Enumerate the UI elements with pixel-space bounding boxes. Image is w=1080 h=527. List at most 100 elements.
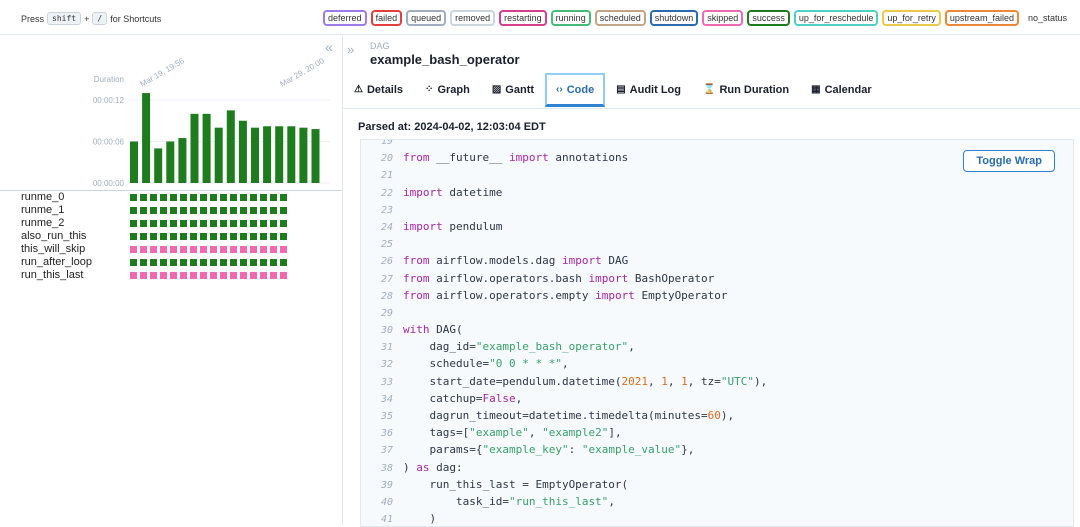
task-instance-square[interactable] bbox=[130, 207, 137, 214]
task-instance-square[interactable] bbox=[190, 246, 197, 253]
task-instance-square[interactable] bbox=[200, 272, 207, 279]
task-instance-square[interactable] bbox=[230, 194, 237, 201]
task-instance-square[interactable] bbox=[190, 207, 197, 214]
tab-calendar[interactable]: ▦ Calendar bbox=[800, 73, 883, 106]
task-instance-square[interactable] bbox=[220, 246, 227, 253]
legend-shutdown[interactable]: shutdown bbox=[649, 10, 699, 26]
legend-upstream-failed[interactable]: upstream_failed bbox=[944, 10, 1019, 26]
task-name[interactable]: run_after_loop bbox=[21, 256, 92, 269]
task-instance-square[interactable] bbox=[270, 272, 277, 279]
task-instance-square[interactable] bbox=[150, 272, 157, 279]
task-instance-square[interactable] bbox=[170, 259, 177, 266]
task-instance-square[interactable] bbox=[160, 220, 167, 227]
legend-skipped[interactable]: skipped bbox=[702, 10, 744, 26]
task-instance-square[interactable] bbox=[150, 194, 157, 201]
task-instance-square[interactable] bbox=[130, 220, 137, 227]
task-row[interactable]: runme_1 bbox=[0, 204, 342, 217]
task-instance-square[interactable] bbox=[190, 272, 197, 279]
task-instance-square[interactable] bbox=[160, 194, 167, 201]
task-instance-square[interactable] bbox=[260, 246, 267, 253]
task-instance-square[interactable] bbox=[240, 194, 247, 201]
task-instance-square[interactable] bbox=[240, 272, 247, 279]
task-instance-square[interactable] bbox=[250, 207, 257, 214]
task-instance-square[interactable] bbox=[210, 246, 217, 253]
legend-restarting[interactable]: restarting bbox=[499, 10, 547, 26]
task-instance-square[interactable] bbox=[210, 207, 217, 214]
task-instance-square[interactable] bbox=[250, 194, 257, 201]
duration-bar[interactable] bbox=[166, 141, 175, 184]
duration-bar[interactable] bbox=[311, 129, 320, 183]
task-instance-square[interactable] bbox=[280, 194, 287, 201]
task-instance-square[interactable] bbox=[180, 246, 187, 253]
task-instance-square[interactable] bbox=[180, 233, 187, 240]
dag-title[interactable]: example_bash_operator bbox=[370, 52, 520, 67]
task-instance-square[interactable] bbox=[270, 246, 277, 253]
duration-bar[interactable] bbox=[287, 126, 296, 183]
task-instance-square[interactable] bbox=[140, 233, 147, 240]
task-instance-square[interactable] bbox=[270, 259, 277, 266]
task-instance-square[interactable] bbox=[280, 246, 287, 253]
task-instance-square[interactable] bbox=[260, 233, 267, 240]
duration-bar[interactable] bbox=[275, 126, 284, 183]
task-instance-square[interactable] bbox=[180, 207, 187, 214]
task-instance-square[interactable] bbox=[240, 220, 247, 227]
task-instance-square[interactable] bbox=[160, 233, 167, 240]
tab-audit-log[interactable]: ▤ Audit Log bbox=[605, 73, 692, 106]
legend-deferred[interactable]: deferred bbox=[323, 10, 367, 26]
task-instance-square[interactable] bbox=[250, 272, 257, 279]
task-row[interactable]: this_will_skip bbox=[0, 243, 342, 256]
task-row[interactable]: run_after_loop bbox=[0, 256, 342, 269]
task-instance-square[interactable] bbox=[130, 194, 137, 201]
task-instance-square[interactable] bbox=[240, 246, 247, 253]
tab-code[interactable]: ‹› Code bbox=[545, 73, 606, 107]
task-instance-square[interactable] bbox=[280, 272, 287, 279]
task-instance-square[interactable] bbox=[280, 233, 287, 240]
task-instance-square[interactable] bbox=[270, 220, 277, 227]
task-instance-square[interactable] bbox=[180, 194, 187, 201]
task-instance-square[interactable] bbox=[210, 233, 217, 240]
task-name[interactable]: runme_1 bbox=[21, 204, 64, 217]
tab-graph[interactable]: ⁘ Graph bbox=[414, 73, 481, 106]
legend-up-for-retry[interactable]: up_for_retry bbox=[882, 10, 941, 26]
legend-queued[interactable]: queued bbox=[406, 10, 447, 26]
task-instance-square[interactable] bbox=[210, 259, 217, 266]
task-instance-square[interactable] bbox=[150, 259, 157, 266]
task-instance-square[interactable] bbox=[150, 207, 157, 214]
task-instance-square[interactable] bbox=[160, 272, 167, 279]
toggle-wrap-button[interactable]: Toggle Wrap bbox=[963, 150, 1055, 172]
task-instance-square[interactable] bbox=[280, 220, 287, 227]
task-row[interactable]: runme_0 bbox=[0, 190, 342, 204]
task-row[interactable]: runme_2 bbox=[0, 217, 342, 230]
task-instance-square[interactable] bbox=[230, 207, 237, 214]
task-instance-square[interactable] bbox=[220, 194, 227, 201]
task-instance-square[interactable] bbox=[140, 220, 147, 227]
task-instance-square[interactable] bbox=[260, 272, 267, 279]
duration-bar[interactable] bbox=[178, 138, 187, 183]
task-instance-square[interactable] bbox=[260, 220, 267, 227]
task-instance-square[interactable] bbox=[140, 272, 147, 279]
task-instance-square[interactable] bbox=[180, 272, 187, 279]
task-instance-square[interactable] bbox=[150, 246, 157, 253]
task-instance-square[interactable] bbox=[160, 207, 167, 214]
task-instance-square[interactable] bbox=[220, 220, 227, 227]
task-instance-square[interactable] bbox=[190, 259, 197, 266]
task-instance-square[interactable] bbox=[160, 259, 167, 266]
duration-bar[interactable] bbox=[202, 113, 211, 183]
task-instance-square[interactable] bbox=[220, 259, 227, 266]
task-instance-square[interactable] bbox=[130, 259, 137, 266]
task-instance-square[interactable] bbox=[130, 233, 137, 240]
task-instance-square[interactable] bbox=[230, 220, 237, 227]
task-name[interactable]: runme_2 bbox=[21, 217, 64, 230]
task-instance-square[interactable] bbox=[200, 194, 207, 201]
task-instance-square[interactable] bbox=[260, 259, 267, 266]
task-instance-square[interactable] bbox=[180, 259, 187, 266]
task-instance-square[interactable] bbox=[230, 233, 237, 240]
task-instance-square[interactable] bbox=[170, 194, 177, 201]
duration-bar[interactable] bbox=[299, 127, 308, 183]
duration-bar[interactable] bbox=[263, 126, 272, 183]
duration-bar[interactable] bbox=[251, 127, 259, 183]
task-instance-square[interactable] bbox=[130, 246, 137, 253]
tab-gantt[interactable]: ▨ Gantt bbox=[481, 73, 545, 106]
duration-bar[interactable] bbox=[226, 110, 235, 183]
task-instance-square[interactable] bbox=[140, 207, 147, 214]
